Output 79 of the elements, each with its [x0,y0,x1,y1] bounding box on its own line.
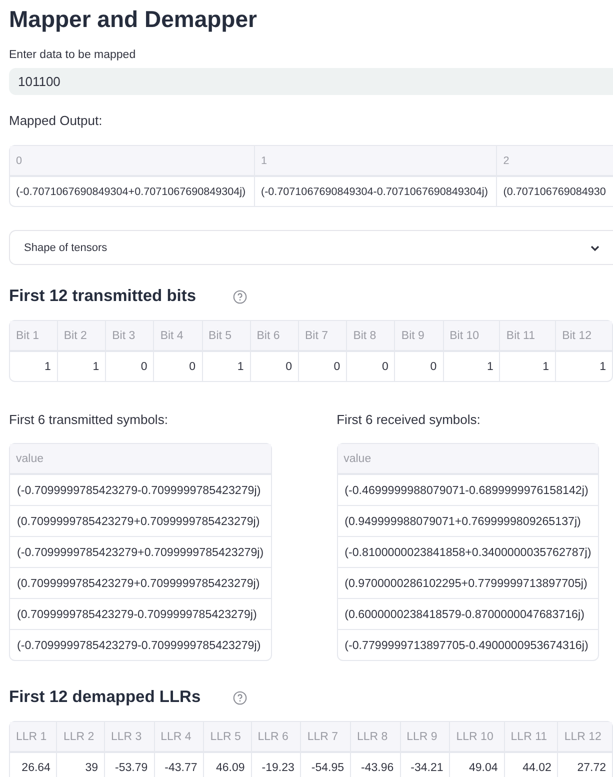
column-header: Bit 4 [153,321,202,351]
column-header: Bit 3 [105,321,154,351]
table-cell: 0 [394,351,443,381]
table-cell: (0.7099999785423279+0.7099999785423279j) [10,567,271,598]
table-cell: (0.9700000286102295+0.7799999713897705j) [338,567,598,598]
column-header: LLR 10 [449,722,504,752]
table-cell: (-0.4699999988079071-0.6899999976158142j) [338,474,598,505]
column-header: Bit 8 [346,321,394,351]
column-header: Bit 11 [499,321,556,351]
column-header: Bit 2 [56,321,106,351]
help-icon[interactable] [233,690,247,704]
table-cell: 1 [499,351,556,381]
section-label: First 6 transmitted symbols: [9,412,169,427]
column-header: LLR 2 [56,722,104,752]
table-cell: 39 [56,752,104,777]
section-heading: First 12 demapped LLRs [9,688,202,707]
section-heading: First 12 transmitted bits [9,287,198,306]
table-cell: 44.02 [504,752,558,777]
table-cell: 0 [153,351,202,381]
table-cell: (-0.7071067690849304+0.7071067690849304j) [10,176,254,206]
column-header: LLR 12 [557,722,612,752]
table-cell: (-0.7099999785423279+0.7099999785423279j) [10,536,271,567]
table-cell: -19.23 [250,752,300,777]
table-cell: -43.77 [154,752,204,777]
table-cell: (0.707106769084930 [496,176,613,206]
table-cell: (0.6000000238418579-0.8700000047683716j) [338,598,598,629]
input-label: Enter data to be mapped [9,49,137,61]
column-header: LLR 5 [203,722,251,752]
table-cell: 26.64 [10,752,56,777]
table-cell: (-0.7099999785423279-0.7099999785423279j) [10,629,271,660]
column-header: LLR 9 [400,722,450,752]
column-header: LLR 7 [300,722,350,752]
table-cell: 0 [105,351,154,381]
table-cell: (-0.7071067690849304-0.7071067690849304j) [254,176,496,206]
table-cell: (0.949999988079071+0.7699999809265137j) [338,505,598,536]
column-header: LLR 1 [10,722,56,752]
table-cell: 49.04 [449,752,504,777]
column-header: value [10,444,271,474]
column-header: LLR 8 [350,722,400,752]
table-cell: (-0.8100000023841858+0.3400000035762787j) [338,536,598,567]
input-field[interactable]: 101100 [9,68,613,96]
page-title: Mapper and Demapper [9,6,258,33]
table-cell: (-0.7099999785423279-0.7099999785423279j) [10,474,271,505]
column-header: value [338,444,598,474]
column-header: LLR 6 [250,722,300,752]
column-header: 1 [254,146,496,176]
table-cell: -54.95 [300,752,350,777]
table-cell: 1 [202,351,250,381]
help-icon[interactable] [233,290,247,304]
table-cell: 1 [56,351,106,381]
section-label: First 6 received symbols: [336,412,482,427]
column-header: Bit 10 [442,321,500,351]
table-cell: (-0.7799999713897705-0.4900000953674316j) [338,629,598,660]
column-header: Bit 9 [394,321,443,351]
column-header: Bit 5 [202,321,250,351]
column-header: Bit 12 [555,321,612,351]
expander[interactable]: Shape of tensors [9,230,613,265]
column-header: LLR 11 [504,722,558,752]
table-cell: -34.21 [400,752,450,777]
table-cell: 1 [10,351,57,381]
column-header: LLR 4 [154,722,204,752]
column-header: LLR 3 [104,722,154,752]
table-cell: 46.09 [203,752,251,777]
column-header: 0 [10,146,254,176]
column-header: Bit 1 [10,321,57,351]
table-cell: (0.7099999785423279-0.7099999785423279j) [10,598,271,629]
table-cell: 0 [346,351,394,381]
column-header: 2 [496,146,613,176]
column-header: Bit 7 [298,321,346,351]
table-cell: -53.79 [104,752,154,777]
section-label: Mapped Output: [9,113,104,128]
table-cell: 27.72 [557,752,612,777]
column-header: Bit 6 [250,321,298,351]
table-cell: 1 [555,351,612,381]
table-cell: (0.7099999785423279+0.7099999785423279j) [10,505,271,536]
table-cell: 0 [250,351,298,381]
table-cell: 0 [298,351,346,381]
table-cell: -43.96 [350,752,400,777]
table-cell: 1 [442,351,500,381]
